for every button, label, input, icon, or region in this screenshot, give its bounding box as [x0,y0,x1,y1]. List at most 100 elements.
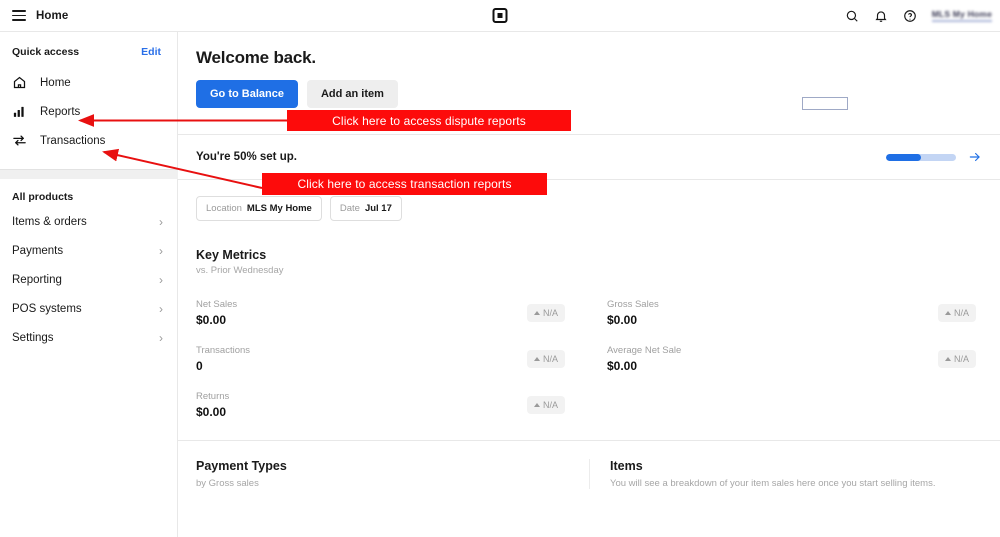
top-navigation-bar: Home MLS My Home [0,0,1000,32]
metric-transactions: Transactions 0 N/A [178,336,589,382]
home-icon [13,76,26,89]
transfer-arrows-icon [13,135,26,146]
help-circle-icon[interactable] [903,9,917,23]
sidebar-item-items-and-orders[interactable]: Items & orders › [0,207,177,236]
topbar-home-label[interactable]: Home [36,10,68,22]
key-metrics-title: Key Metrics [196,248,267,262]
metric-badge-text: N/A [542,400,558,410]
metric-label: Returns [196,391,230,402]
topbar-right-group: MLS My Home [845,9,992,23]
chevron-right-icon: › [159,330,163,345]
sidebar-item-label: Payments [12,244,64,257]
topbar-left-group: Home [0,10,68,22]
sidebar-spacer [0,170,178,179]
items-panel: Items You will see a breakdown of your i… [589,459,1000,489]
triangle-up-icon [944,357,951,361]
bell-icon[interactable] [874,9,888,23]
payment-types-title: Payment Types [196,459,287,473]
metric-change-badge: N/A [526,396,565,414]
sidebar-item-reports[interactable]: Reports [0,97,177,126]
sidebar-item-pos-systems[interactable]: POS systems › [0,294,177,323]
sidebar-item-transactions[interactable]: Transactions [0,126,177,155]
triangle-up-icon [533,311,540,315]
metric-label: Gross Sales [607,299,659,310]
metric-change-badge: N/A [526,304,565,322]
welcome-button-row: Go to Balance Add an item [196,80,1000,108]
setup-progress-bar [886,153,956,161]
hamburger-icon[interactable] [12,10,26,21]
setup-progress-text: You're 50% set up. [196,151,297,163]
square-dashboard-page: Home MLS My Home Quick access Edit Home … [0,0,1000,537]
filter-chip-key: Location [206,203,242,214]
arrow-right-icon[interactable] [968,150,982,164]
metric-gross-sales: Gross Sales $0.00 N/A [589,290,1000,336]
topbar-center-group [492,8,508,23]
setup-progress-right [886,150,982,164]
metric-value: 0 [196,359,203,373]
sidebar-item-label: Settings [12,331,54,344]
welcome-section: Welcome back. Go to Balance Add an item [178,32,1000,110]
chevron-right-icon: › [159,214,163,229]
redacted-box [802,97,848,110]
sidebar-item-label: Reporting [12,273,62,286]
chevron-right-icon: › [159,243,163,258]
triangle-up-icon [533,403,540,407]
square-logo-inner [497,13,503,18]
metric-change-badge: N/A [937,350,976,368]
sidebar-item-label: Items & orders [12,215,87,228]
go-to-balance-button[interactable]: Go to Balance [196,80,298,108]
metric-label: Transactions [196,345,251,356]
metric-value: $0.00 [196,405,227,419]
metric-value: $0.00 [607,313,638,327]
items-panel-title: Items [610,459,643,473]
main-content: Welcome back. Go to Balance Add an item … [178,32,1000,537]
all-products-title: All products [12,191,74,203]
sidebar-item-home[interactable]: Home [0,68,177,97]
triangle-up-icon [944,311,951,315]
sidebar-item-payments[interactable]: Payments › [0,236,177,265]
key-metrics-grid: Net Sales $0.00 N/A Gross Sales $0.00 N/… [178,276,1000,428]
sidebar-item-reporting[interactable]: Reporting › [0,265,177,294]
metric-label: Net Sales [196,299,238,310]
triangle-up-icon [533,357,540,361]
metric-average-net-sale: Average Net Sale $0.00 N/A [589,336,1000,382]
quick-access-title: Quick access [12,46,80,58]
metric-badge-text: N/A [953,308,969,318]
metric-returns: Returns $0.00 N/A [178,382,589,428]
annotation-transaction-reports: Click here to access transaction reports [262,173,547,195]
search-icon[interactable] [845,9,859,23]
payment-types-subtitle: by Gross sales [196,478,259,489]
sidebar-item-label: Home [40,76,71,89]
sidebar-item-settings[interactable]: Settings › [0,323,177,352]
metric-net-sales: Net Sales $0.00 N/A [178,290,589,336]
metric-change-badge: N/A [526,350,565,368]
filter-chip-value: Jul 17 [364,203,392,214]
page-title: Welcome back. [196,48,316,67]
filter-chip-value: MLS My Home [246,203,312,214]
sidebar: Quick access Edit Home Reports Transacti… [0,32,178,537]
metric-label: Average Net Sale [607,345,682,356]
key-metrics-header: Key Metrics vs. Prior Wednesday [178,221,1000,276]
add-an-item-button[interactable]: Add an item [306,80,398,108]
setup-progress-bar-fill [886,153,921,161]
metric-badge-text: N/A [953,354,969,364]
chevron-right-icon: › [159,272,163,287]
items-panel-subtitle: You will see a breakdown of your item sa… [610,478,936,489]
bar-chart-icon [13,106,24,117]
square-logo[interactable] [492,8,508,23]
sidebar-item-label: POS systems [12,302,82,315]
filter-chip-date[interactable]: Date Jul 17 [329,196,402,221]
quick-access-header: Quick access Edit [0,32,177,68]
filter-chip-location[interactable]: Location MLS My Home [196,196,322,221]
quick-access-edit-link[interactable]: Edit [141,46,161,58]
metric-badge-text: N/A [542,354,558,364]
sidebar-item-label: Transactions [40,134,106,147]
filter-chip-key: Date [339,203,360,214]
metric-value: $0.00 [196,313,227,327]
bottom-panels: Payment Types by Gross sales Items You w… [178,441,1000,489]
account-name[interactable]: MLS My Home [931,9,992,22]
annotation-dispute-reports: Click here to access dispute reports [287,110,571,131]
metric-change-badge: N/A [937,304,976,322]
chevron-right-icon: › [159,301,163,316]
sidebar-item-label: Reports [40,105,81,118]
